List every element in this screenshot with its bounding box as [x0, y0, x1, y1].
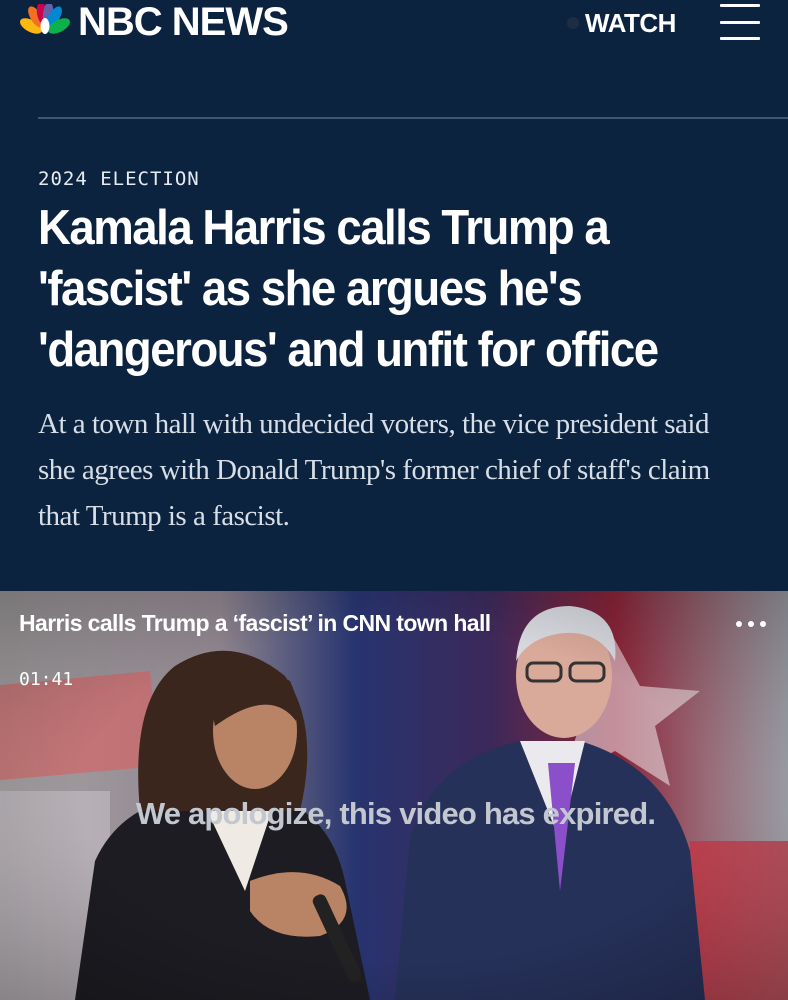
video-title[interactable]: Harris calls Trump a ‘fascist’ in CNN to… — [19, 610, 491, 637]
article-header: 2024 ELECTION Kamala Harris calls Trump … — [0, 118, 788, 539]
menu-bar — [720, 4, 760, 7]
watch-button[interactable]: WATCH — [567, 8, 676, 38]
article-headline: Kamala Harris calls Trump a 'fascist' as… — [38, 201, 659, 377]
dot — [760, 621, 766, 627]
dot — [748, 621, 754, 627]
hamburger-menu-icon[interactable] — [720, 4, 760, 40]
header-divider — [38, 117, 788, 119]
video-expired-message: We apologize, this video has expired. — [135, 796, 656, 831]
dot — [736, 621, 742, 627]
watch-label: WATCH — [585, 7, 676, 38]
article-dek: At a town hall with undecided voters, th… — [38, 408, 710, 532]
live-dot-icon — [567, 17, 579, 29]
nbc-peacock-icon — [20, 4, 70, 34]
section-label[interactable]: 2024 ELECTION — [38, 168, 750, 190]
video-player[interactable]: Harris calls Trump a ‘fascist’ in CNN to… — [0, 591, 788, 1000]
more-options-icon[interactable] — [736, 621, 766, 631]
brand-name: NBC NEWS — [78, 0, 289, 44]
video-duration: 01:41 — [19, 669, 74, 690]
nbc-news-logo[interactable]: NBC NEWS — [18, 0, 289, 44]
site-header: NBC NEWS WATCH — [0, 0, 788, 119]
menu-bar — [720, 20, 760, 24]
menu-bar — [720, 37, 760, 40]
